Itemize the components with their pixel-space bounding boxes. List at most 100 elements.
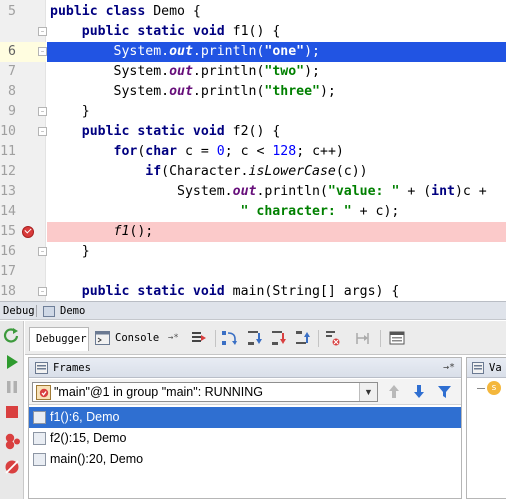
restore-layout-icon[interactable]: →* [443, 358, 455, 378]
line-number: 12 [0, 164, 16, 179]
previous-frame-icon[interactable] [387, 384, 401, 399]
code-text: for(char c = 0; c < 128; c++) [50, 144, 344, 159]
thread-row: "main"@1 in group "main": RUNNING ▼ [29, 379, 461, 405]
tab-console[interactable]: Console →* [91, 327, 183, 351]
tree-line [477, 388, 485, 389]
run-config-icon [43, 306, 55, 317]
variables-title: Va [489, 362, 502, 374]
drop-frame-icon[interactable] [325, 330, 341, 346]
code-text: public static void f2() { [50, 124, 281, 139]
code-line[interactable]: 16 } [0, 242, 506, 262]
debug-tool-window-header: Debug Demo [0, 301, 506, 320]
run-to-cursor-icon[interactable] [355, 330, 371, 346]
frames-title: Frames [53, 362, 91, 374]
show-execution-point-icon[interactable] [191, 330, 207, 346]
code-text: " character: " + c); [50, 204, 400, 219]
stop-icon[interactable] [3, 403, 21, 421]
debugger-tabs-bar: Debugger Console →* [25, 321, 506, 355]
code-line[interactable]: 15 f1(); [0, 222, 506, 242]
frame-label: f2():15, Demo [50, 431, 127, 445]
code-text: public static void f1() { [50, 24, 281, 39]
code-text: } [50, 244, 90, 259]
code-line[interactable]: 10 public static void f2() { [0, 122, 506, 142]
pin-arrow-icon: →* [168, 333, 179, 343]
code-line[interactable]: public static void f1() { [0, 22, 506, 42]
line-number: 9 [8, 104, 16, 119]
step-out-icon[interactable] [295, 330, 311, 346]
code-line[interactable]: 13 System.out.println("value: " + (int)c… [0, 182, 506, 202]
code-editor[interactable]: 5 public class Demo { public static void … [0, 0, 506, 301]
pause-icon[interactable] [3, 378, 21, 396]
code-line[interactable]: 8 System.out.println("three"); [0, 82, 506, 102]
frame-row[interactable]: main():20, Demo [29, 449, 461, 470]
line-number: 11 [0, 144, 16, 159]
line-number: 17 [0, 264, 16, 279]
frames-icon [35, 362, 48, 374]
thread-status-icon [36, 385, 51, 400]
force-step-into-icon[interactable] [271, 330, 287, 346]
code-line[interactable]: 11 for(char c = 0; c < 128; c++) [0, 142, 506, 162]
code-text: System.out.println("value: " + (int)c + [50, 184, 487, 199]
mute-breakpoints-icon[interactable] [3, 458, 21, 476]
code-line[interactable]: 5 public class Demo { [0, 2, 506, 22]
code-line[interactable]: 14 " character: " + c); [0, 202, 506, 222]
tab-debugger[interactable]: Debugger [29, 327, 89, 351]
line-number: 15 [0, 224, 16, 239]
frame-row[interactable]: f1():6, Demo [29, 407, 461, 428]
frames-header: Frames →* [29, 358, 461, 378]
toolbar-divider [380, 330, 381, 347]
chevron-down-icon[interactable]: ▼ [359, 383, 377, 401]
line-number: 8 [8, 84, 16, 99]
fold-marker-icon[interactable]: – [38, 127, 47, 136]
line-number: 6 [8, 44, 16, 59]
next-frame-icon[interactable] [412, 384, 426, 399]
code-line[interactable]: 18 public static void main(String[] args… [0, 282, 506, 301]
code-text: System.out.println("one"); [50, 44, 320, 59]
line-number: 7 [8, 64, 16, 79]
step-over-icon[interactable] [221, 330, 237, 346]
variables-header: Va [467, 358, 506, 378]
frames-panel: Frames →* "main"@1 in group "main": RUNN… [28, 357, 462, 499]
view-breakpoints-icon[interactable] [3, 432, 21, 450]
code-text: System.out.println("two"); [50, 64, 320, 79]
evaluate-expression-icon[interactable] [389, 330, 405, 346]
line-number: 10 [0, 124, 16, 139]
line-number: 13 [0, 184, 16, 199]
code-line[interactable]: 9 } [0, 102, 506, 122]
stack-frame-icon [33, 432, 46, 445]
code-text: if(Character.isLowerCase(c)) [50, 164, 368, 179]
run-config-name[interactable]: Demo [60, 302, 85, 320]
step-into-icon[interactable] [247, 330, 263, 346]
line-number: 5 [8, 4, 16, 19]
debug-title: Debug [3, 305, 35, 317]
code-text: } [50, 104, 90, 119]
code-text: public static void main(String[] args) { [50, 284, 400, 299]
fold-marker-icon[interactable]: – [38, 287, 47, 296]
debug-side-toolbar [0, 321, 24, 499]
thread-select[interactable]: "main"@1 in group "main": RUNNING ▼ [32, 382, 378, 402]
fold-marker-icon[interactable]: – [38, 107, 47, 116]
stack-frame-icon [33, 411, 46, 424]
fold-marker-icon[interactable]: – [38, 27, 47, 36]
resume-icon[interactable] [3, 353, 21, 371]
code-line[interactable]: 7 System.out.println("two"); [0, 62, 506, 82]
frame-row[interactable]: f2():15, Demo [29, 428, 461, 449]
toolbar-divider [318, 330, 319, 347]
code-line[interactable]: 12 if(Character.isLowerCase(c)) [0, 162, 506, 182]
line-number: 18 [0, 284, 16, 299]
line-number: 16 [0, 244, 16, 259]
code-line[interactable]: 17 [0, 262, 506, 282]
rerun-icon[interactable] [3, 326, 21, 344]
fold-marker-icon[interactable]: – [38, 47, 47, 56]
code-line[interactable]: 6 System.out.println("one"); [0, 42, 506, 62]
frame-label: main():20, Demo [50, 452, 144, 466]
fold-marker-icon[interactable]: – [38, 247, 47, 256]
tab-debugger-label: Debugger [36, 333, 87, 345]
code-text: public class Demo { [50, 4, 201, 19]
divider [36, 305, 37, 317]
filter-icon[interactable] [437, 384, 452, 399]
stack-frame-icon [33, 453, 46, 466]
code-text: f1(); [50, 224, 154, 239]
toolbar-divider [215, 330, 216, 347]
static-icon: s [487, 381, 501, 395]
